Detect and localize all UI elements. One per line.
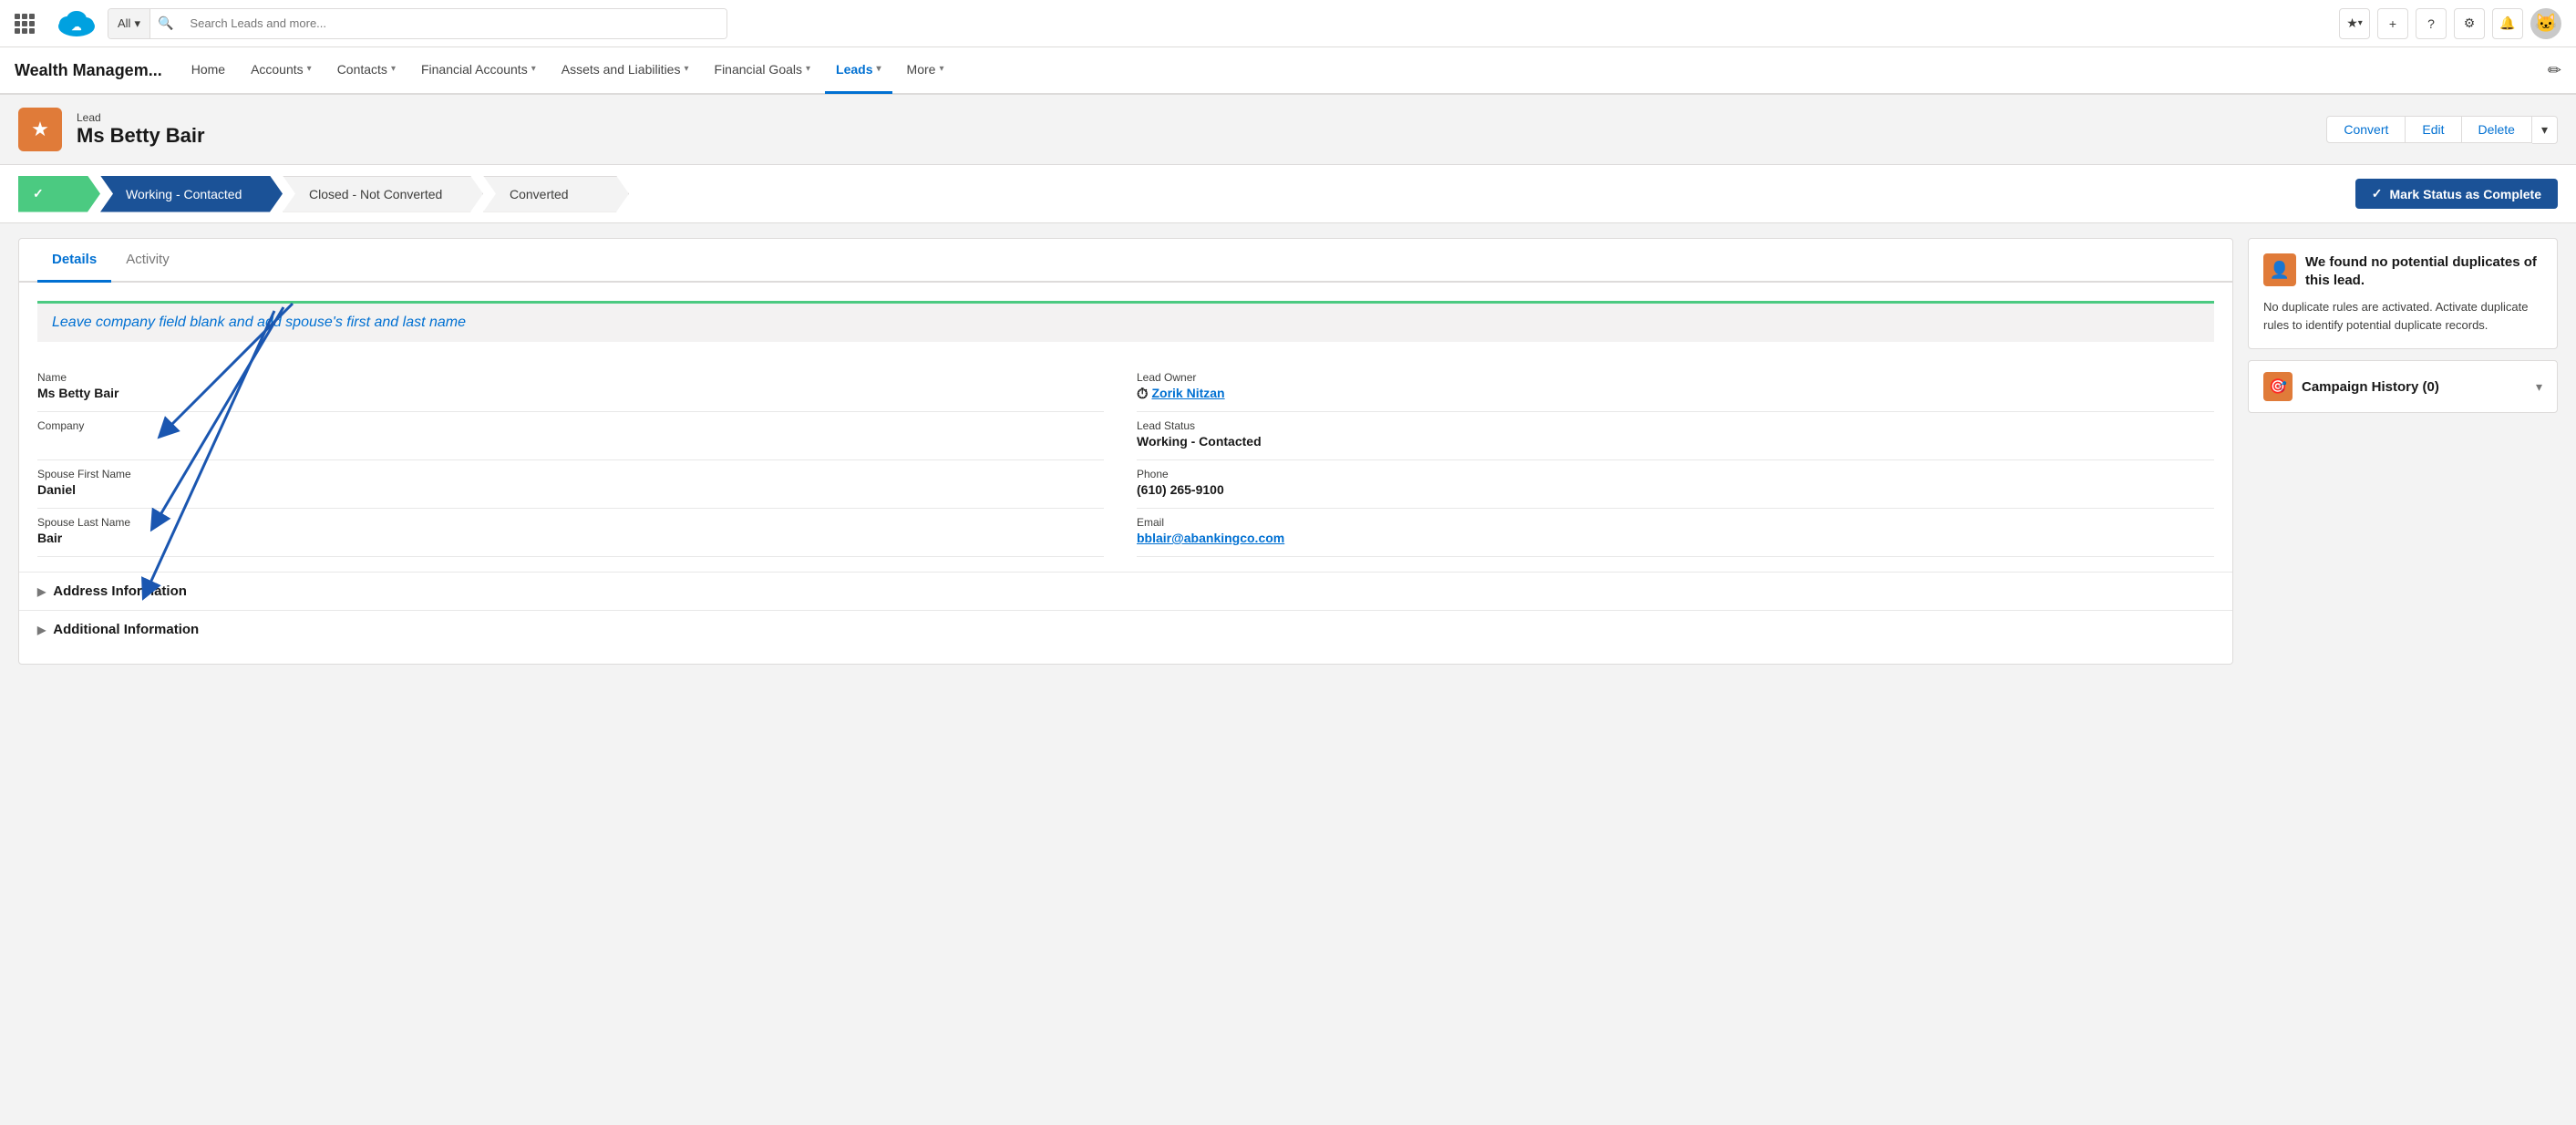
nav-item-financial-accounts[interactable]: Financial Accounts ▾	[410, 46, 547, 94]
record-icon: ★	[18, 108, 62, 151]
svg-text:☁: ☁	[72, 22, 82, 33]
user-avatar[interactable]: 🐱	[2530, 8, 2561, 39]
search-scope-all[interactable]: All ▾	[108, 9, 150, 38]
search-scope-chevron: ▾	[134, 16, 140, 31]
duplicate-card-header: 👤 We found no potential duplicates of th…	[2263, 253, 2542, 289]
path-step-completed[interactable]: ✓	[18, 176, 100, 212]
right-panel: 👤 We found no potential duplicates of th…	[2248, 238, 2558, 665]
additional-section-row[interactable]: ▶ Additional Information	[19, 610, 2232, 648]
help-icon[interactable]: ?	[2416, 8, 2447, 39]
record-title-area: Lead Ms Betty Bair	[77, 111, 2312, 148]
duplicate-card-title: We found no potential duplicates of this…	[2305, 253, 2542, 289]
path-step-converted[interactable]: Converted	[483, 176, 629, 212]
left-panel: Details Activity Leave company field bla…	[18, 238, 2233, 665]
duplicate-card: 👤 We found no potential duplicates of th…	[2248, 238, 2558, 349]
field-lead-owner: Lead Owner ⏱ Zorik Nitzan ✏	[1137, 364, 2214, 412]
app-launcher-icon[interactable]	[15, 14, 35, 34]
search-bar: All ▾ 🔍	[108, 8, 727, 39]
campaign-card-title: Campaign History (0)	[2302, 379, 2439, 395]
nav-chevron-assets: ▾	[684, 64, 688, 74]
top-bar-icons: ★▾ + ? ⚙ 🔔 🐱	[2339, 8, 2561, 39]
detail-grid: Name Ms Betty Bair ✏ Company ✏ Spouse Fi…	[37, 364, 2214, 557]
delete-button[interactable]: Delete	[2462, 116, 2532, 143]
search-icon: 🔍	[150, 15, 180, 31]
nav-item-leads[interactable]: Leads ▾	[825, 46, 892, 94]
record-name: Ms Betty Bair	[77, 124, 2312, 148]
nav-chevron-contacts: ▾	[391, 64, 396, 74]
nav-chevron-leads: ▾	[877, 64, 881, 74]
search-input[interactable]	[180, 9, 726, 38]
field-phone: Phone (610) 265-9100 ✏	[1137, 460, 2214, 509]
detail-section: Name Ms Betty Bair ✏ Company ✏ Spouse Fi…	[19, 349, 2232, 572]
app-name: Wealth Managem...	[15, 61, 162, 80]
nav-chevron-financial-goals: ▾	[806, 64, 810, 74]
field-name: Name Ms Betty Bair ✏	[37, 364, 1104, 412]
record-type: Lead	[77, 111, 2312, 124]
additional-chevron-icon: ▶	[37, 624, 46, 636]
campaign-chevron-icon: ▾	[2536, 379, 2542, 395]
field-spouse-last-name: Spouse Last Name Bair ✏	[37, 509, 1104, 557]
nav-item-more[interactable]: More ▾	[896, 46, 955, 94]
tabs: Details Activity	[19, 239, 2232, 283]
address-section-row[interactable]: ▶ Address Information	[19, 572, 2232, 610]
tab-details[interactable]: Details	[37, 239, 111, 283]
favorites-icon[interactable]: ★▾	[2339, 8, 2370, 39]
campaign-history-card[interactable]: 🎯 Campaign History (0) ▾	[2248, 360, 2558, 413]
notification-icon[interactable]: 🔔	[2492, 8, 2523, 39]
path-check-icon: ✓	[33, 186, 44, 201]
field-lead-status: Lead Status Working - Contacted ✏	[1137, 412, 2214, 460]
duplicate-card-icon: 👤	[2263, 253, 2296, 286]
mark-status-complete-button[interactable]: ✓ Mark Status as Complete	[2355, 179, 2558, 209]
nav-item-accounts[interactable]: Accounts ▾	[240, 46, 323, 94]
record-header: ★ Lead Ms Betty Bair Convert Edit Delete…	[0, 95, 2576, 165]
lead-owner-icon: ⏱	[1137, 387, 1148, 403]
nav-chevron-financial-accounts: ▾	[531, 64, 536, 74]
nav-bar: Wealth Managem... Home Accounts ▾ Contac…	[0, 47, 2576, 95]
path-step-working-contacted[interactable]: Working - Contacted	[100, 176, 283, 212]
field-spouse-first-name: Spouse First Name Daniel ✏	[37, 460, 1104, 509]
nav-chevron-more: ▾	[939, 64, 943, 74]
setup-icon[interactable]: ⚙	[2454, 8, 2485, 39]
address-chevron-icon: ▶	[37, 585, 46, 598]
path-bar: ✓ Working - Contacted Closed - Not Conve…	[0, 165, 2576, 223]
edit-button[interactable]: Edit	[2406, 116, 2461, 143]
nav-item-contacts[interactable]: Contacts ▾	[326, 46, 407, 94]
add-icon[interactable]: +	[2377, 8, 2408, 39]
path-step-closed-not-converted[interactable]: Closed - Not Converted	[283, 176, 483, 212]
campaign-icon: 🎯	[2263, 372, 2293, 401]
main-content: Details Activity Leave company field bla…	[0, 223, 2576, 679]
record-actions: Convert Edit Delete ▾	[2326, 116, 2558, 144]
convert-button[interactable]: Convert	[2326, 116, 2406, 143]
tab-activity[interactable]: Activity	[111, 239, 184, 283]
annotation-callout: Leave company field blank and add spouse…	[37, 301, 2214, 342]
field-company: Company ✏	[37, 412, 1104, 460]
salesforce-logo: ☁	[57, 10, 97, 37]
campaign-card-left: 🎯 Campaign History (0)	[2263, 372, 2439, 401]
nav-item-assets-liabilities[interactable]: Assets and Liabilities ▾	[551, 46, 700, 94]
nav-item-home[interactable]: Home	[180, 46, 236, 94]
actions-dropdown-button[interactable]: ▾	[2532, 116, 2558, 144]
top-bar: ☁ All ▾ 🔍 ★▾ + ? ⚙ 🔔 🐱	[0, 0, 2576, 47]
nav-chevron-accounts: ▾	[307, 64, 312, 74]
field-email: Email bblair@abankingco.com ✏	[1137, 509, 2214, 557]
nav-item-financial-goals[interactable]: Financial Goals ▾	[704, 46, 822, 94]
duplicate-card-body: No duplicate rules are activated. Activa…	[2263, 298, 2542, 334]
nav-edit-icon[interactable]: ✏	[2548, 61, 2561, 80]
